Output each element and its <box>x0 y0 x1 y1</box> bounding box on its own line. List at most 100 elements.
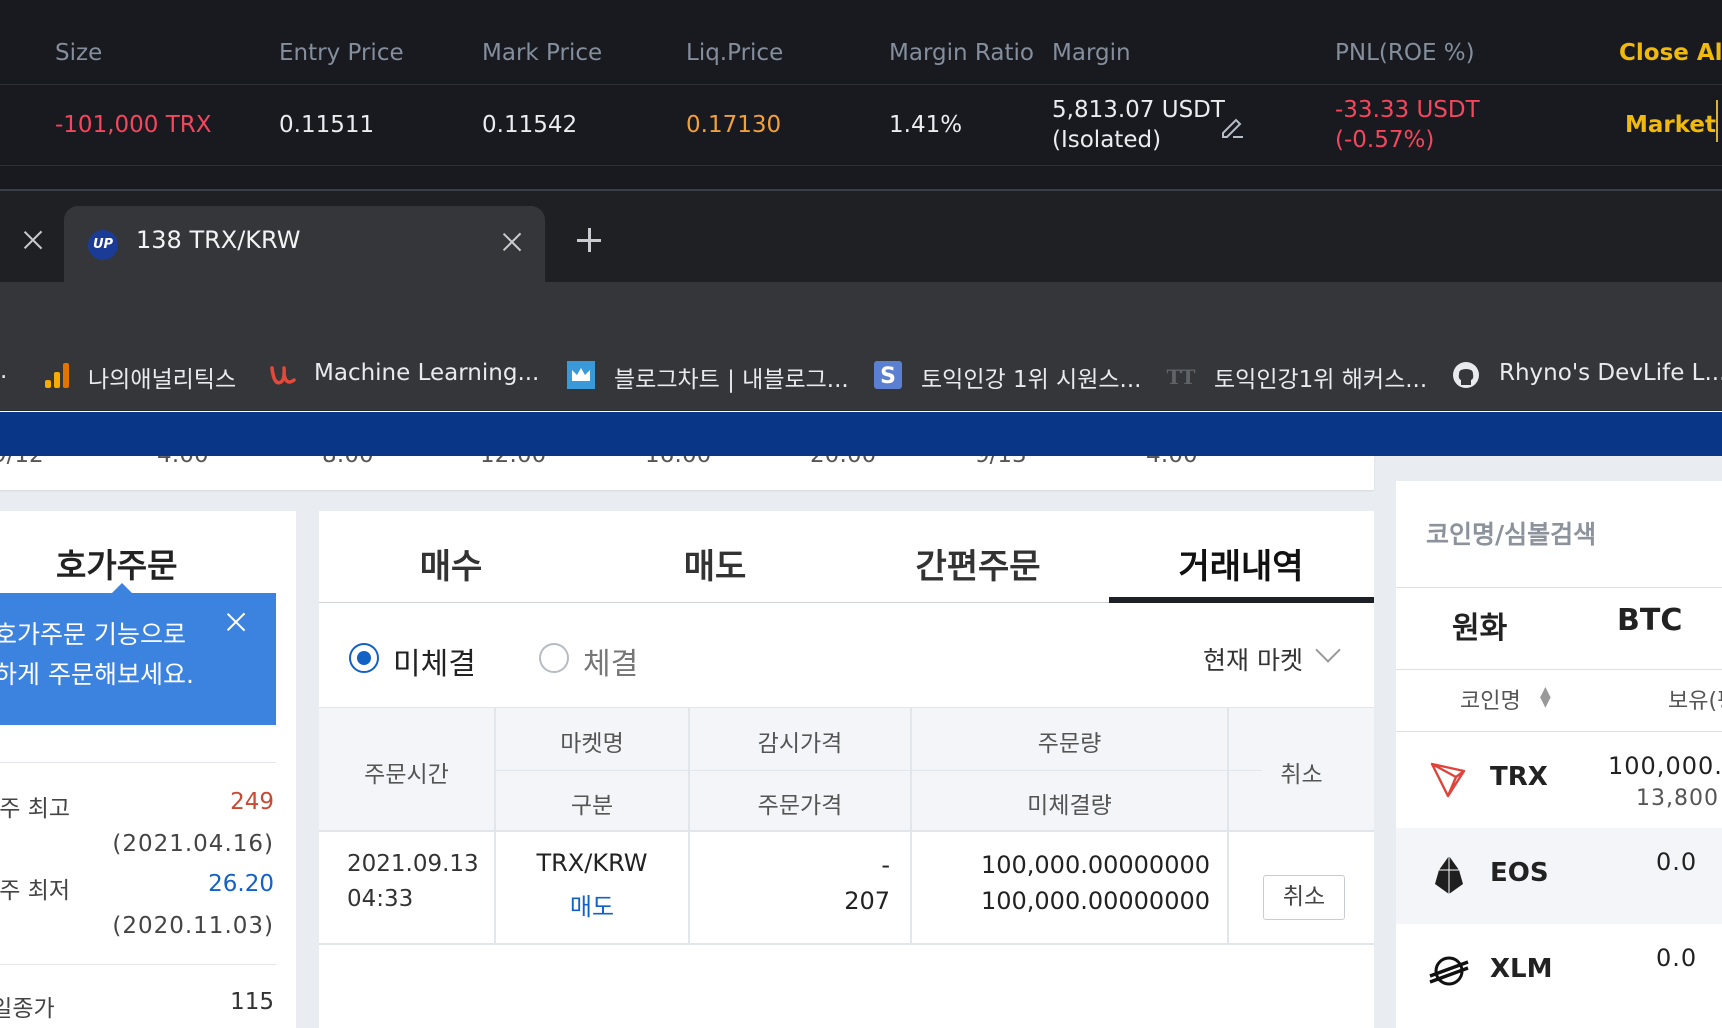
svg-text:TT: TT <box>1166 365 1195 389</box>
axis-tick: 4:00 <box>1146 456 1198 468</box>
crown-icon <box>567 361 595 389</box>
col-holding[interactable]: 보유(평 <box>1668 683 1722 715</box>
tab-active[interactable]: UP 138 TRX/KRW <box>64 206 545 282</box>
close-tooltip-icon[interactable] <box>225 611 247 633</box>
header-margin: Margin <box>1052 40 1131 66</box>
coin-holding: 0.0 <box>1656 848 1698 876</box>
divider <box>319 830 1374 832</box>
col-coin-name[interactable]: 코인명 <box>1460 683 1521 715</box>
divider <box>0 762 276 763</box>
col-side: 구분 <box>570 793 614 819</box>
week52-high-value: 249 <box>230 789 274 815</box>
header-pnl: PNL(ROE %) <box>1335 40 1475 66</box>
order-watch-price: - <box>881 851 890 879</box>
upbit-header-bar <box>0 412 1722 456</box>
tooltip-text: 하게 주문해보세요. <box>0 660 194 689</box>
col-watch-price: 감시가격 <box>757 731 843 757</box>
tab-simple-order[interactable]: 간편주문 <box>846 539 1110 588</box>
divider <box>495 770 1262 771</box>
position-size: -101,000 TRX <box>55 112 212 138</box>
close-tab-icon[interactable] <box>501 231 523 253</box>
upbit-favicon-icon: UP <box>88 230 118 260</box>
week52-low-value: 26.20 <box>208 871 274 897</box>
prev-close-value: 115 <box>230 989 274 1015</box>
axis-tick: 9/12 <box>0 456 44 468</box>
pnl-amount: -33.33 USDT <box>1335 97 1480 123</box>
trade-panel: 매수 매도 간편주문 거래내역 미체결 체결 현재 마켓 주문시간 마켓명 구분… <box>319 511 1374 1028</box>
mark-price: 0.11542 <box>482 112 578 138</box>
margin-ratio: 1.41% <box>889 112 963 138</box>
prev-close-label: 전일종가 <box>0 996 55 1022</box>
header-liq-price: Liq.Price <box>686 40 784 66</box>
liq-price: 0.17130 <box>686 112 782 138</box>
divider <box>319 943 1374 945</box>
active-tab-indicator <box>1109 597 1374 603</box>
market-close-button[interactable]: Market <box>1625 112 1716 138</box>
chevron-down-icon[interactable] <box>1315 637 1341 663</box>
divider <box>0 964 276 965</box>
positions-panel: Size Entry Price Mark Price Liq.Price Ma… <box>0 0 1722 191</box>
col-order-qty: 주문량 <box>1037 731 1102 757</box>
radio-filled[interactable] <box>539 643 569 673</box>
tooltip-text: 호가주문 기능으로 <box>0 620 186 649</box>
coin-row-trx[interactable]: TRX 100,000. 13,800 <box>1396 732 1722 828</box>
orderbook-panel: 호가주문 호가주문 기능으로 하게 주문해보세요. 52주 최고 249 (20… <box>0 511 296 1028</box>
col-order-price: 주문가격 <box>757 793 843 819</box>
axis-tick: 4:00 <box>157 456 209 468</box>
tab-krw[interactable]: 원화 <box>1452 603 1507 647</box>
col-order-time: 주문시간 <box>364 762 449 788</box>
bookmarks-bar: . 나의애널리틱스 Machine Learning... 블로그차트 | 내블… <box>0 338 1722 411</box>
tooltip-pointer <box>112 583 132 593</box>
divider <box>1396 587 1722 588</box>
order-qty: 100,000.00000000 <box>980 851 1210 879</box>
header-margin-ratio: Margin Ratio <box>889 40 1034 66</box>
radio-unfilled[interactable] <box>349 643 379 673</box>
coin-symbol: XLM <box>1490 954 1553 984</box>
cancel-order-button[interactable]: 취소 <box>1263 875 1345 920</box>
coin-holding: 0.0 <box>1656 944 1698 972</box>
pnl-roe: (-0.57%) <box>1335 127 1435 153</box>
header-entry-price: Entry Price <box>279 40 404 66</box>
order-date: 2021.09.13 <box>347 851 479 877</box>
axis-tick: 8:00 <box>322 456 374 468</box>
close-all-positions-button[interactable]: Close All P <box>1619 40 1722 66</box>
column-divider <box>1716 100 1718 142</box>
new-tab-icon[interactable] <box>577 228 601 252</box>
close-tab-icon[interactable] <box>22 229 44 251</box>
bar-chart-icon <box>45 363 69 388</box>
tab-trade-history[interactable]: 거래내역 <box>1109 539 1373 588</box>
edit-margin-icon[interactable] <box>1218 112 1246 140</box>
sort-icon[interactable]: ▲ ▼ <box>1540 685 1551 709</box>
tab-sell[interactable]: 매도 <box>583 539 847 588</box>
tab-btc[interactable]: BTC <box>1617 603 1682 638</box>
coin-list-panel: 코인명/심볼검색 원화 BTC 코인명 ▲▼ 보유(평 TRX 100,000.… <box>1396 481 1722 1028</box>
order-unfilled-qty: 100,000.00000000 <box>980 887 1210 915</box>
radio-unfilled-label[interactable]: 미체결 <box>393 639 476 683</box>
axis-tick: 16:00 <box>645 456 711 468</box>
browser-toolbar <box>0 282 1722 338</box>
coin-search-input[interactable]: 코인명/심볼검색 <box>1426 515 1596 551</box>
col-market: 마켓명 <box>560 731 624 757</box>
axis-tick: 12:00 <box>480 456 546 468</box>
orderbook-title[interactable]: 호가주문 <box>56 539 177 587</box>
hackers-logo-icon: TT <box>1166 365 1195 389</box>
header-size: Size <box>55 40 103 66</box>
market-filter-select[interactable]: 현재 마켓 <box>1203 641 1303 677</box>
axis-tick: 9/13 <box>975 456 1027 468</box>
coin-row-xlm[interactable]: XLM 0.0 <box>1396 924 1722 1020</box>
coin-row-eos[interactable]: EOS 0.0 <box>1396 828 1722 924</box>
upbit-page: 9/12 4:00 8:00 12:00 16:00 20:00 9/13 4:… <box>0 456 1722 1028</box>
brand-u-icon <box>270 366 296 385</box>
order-time: 04:33 <box>347 886 414 912</box>
header-mark-price: Mark Price <box>482 40 603 66</box>
stellar-icon <box>1429 956 1469 986</box>
radio-filled-label[interactable]: 체결 <box>583 639 638 683</box>
tab-buy[interactable]: 매수 <box>319 539 583 588</box>
eos-icon <box>1435 856 1463 894</box>
coin-eval: 13,800 <box>1636 786 1719 811</box>
tab-title: 138 TRX/KRW <box>136 226 301 254</box>
week52-low-date: (2020.11.03) <box>112 913 274 939</box>
coin-symbol: EOS <box>1490 858 1549 888</box>
order-market: TRX/KRW <box>536 849 648 877</box>
divider <box>1396 669 1722 670</box>
